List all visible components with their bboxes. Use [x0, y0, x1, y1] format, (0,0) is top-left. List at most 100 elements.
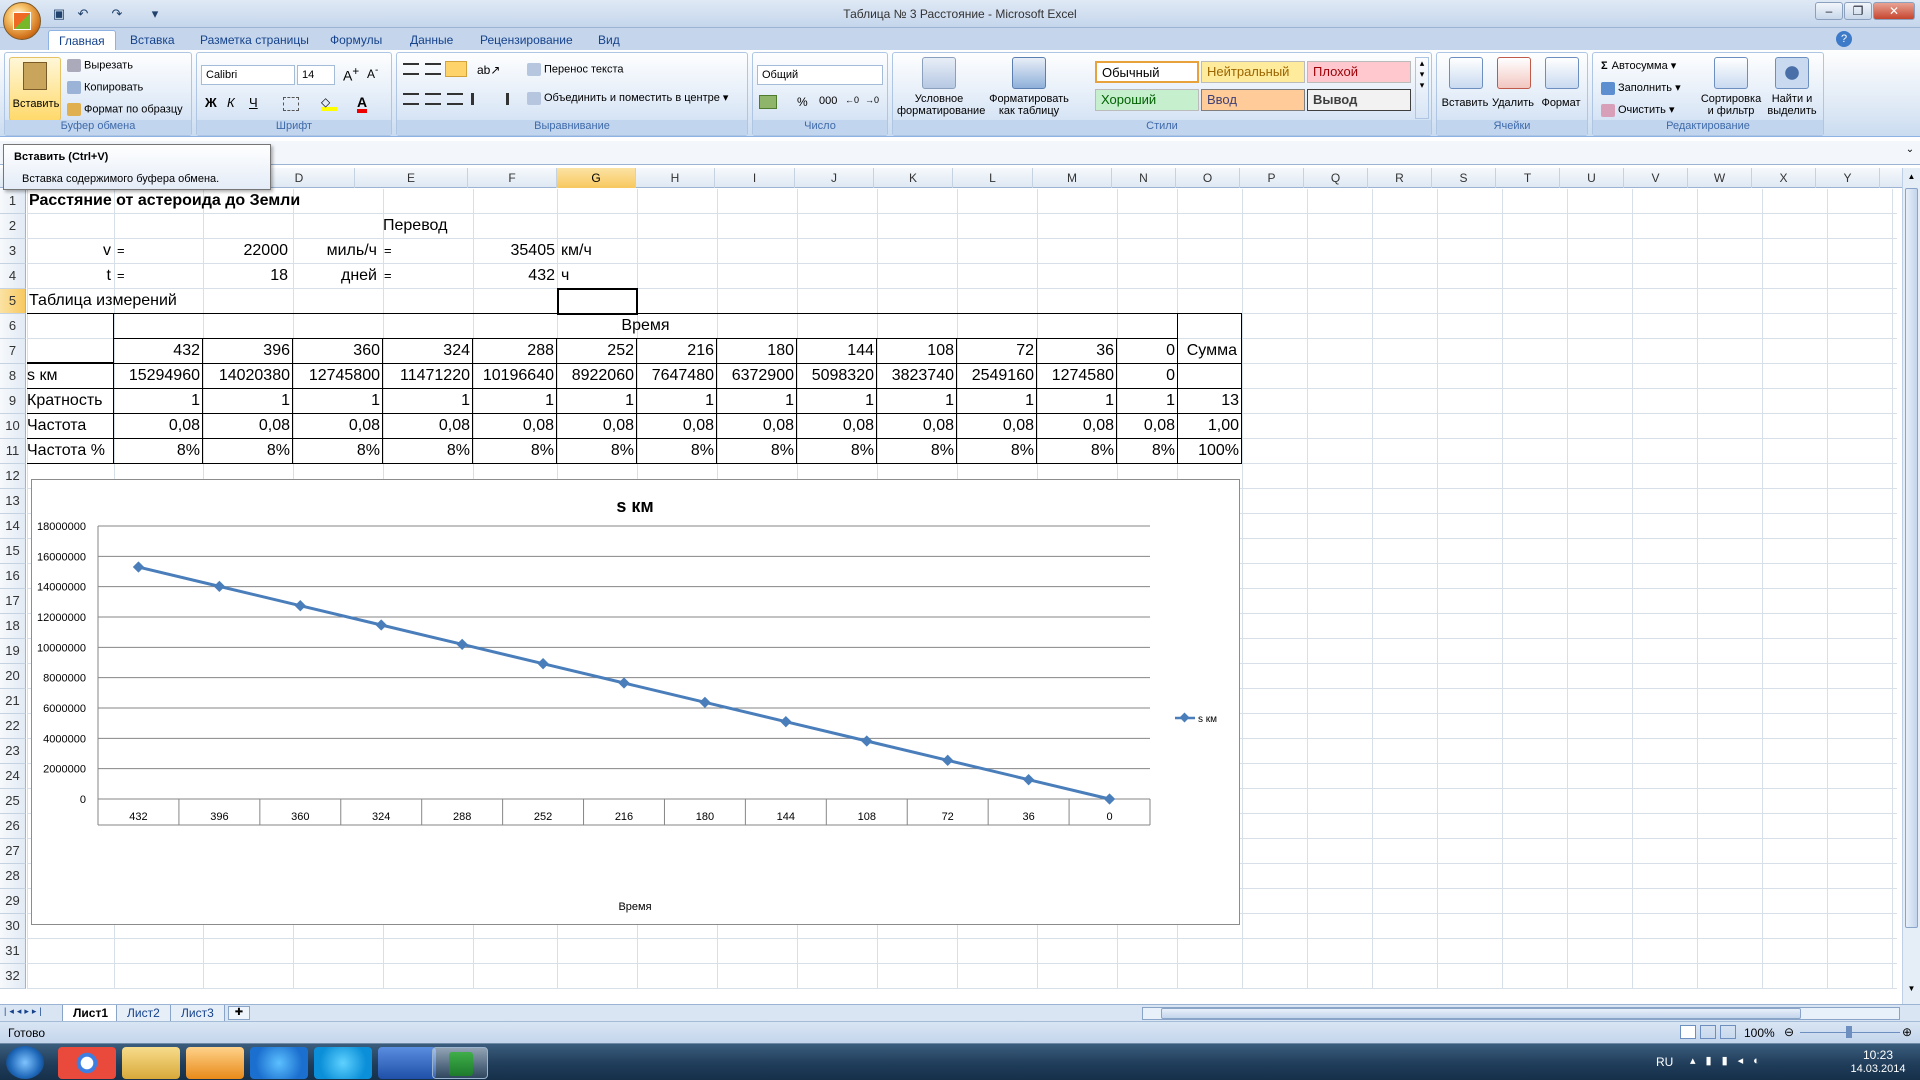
cell-g4[interactable]: ч — [561, 264, 569, 289]
help-icon[interactable]: ? — [1836, 31, 1852, 47]
row-header-22[interactable]: 22 — [0, 714, 26, 739]
tab-home[interactable]: Главная — [48, 30, 116, 50]
tab-page-layout[interactable]: Разметка страницы — [190, 30, 319, 50]
row-header-10[interactable]: 10 — [0, 414, 26, 439]
thousands-button[interactable]: 000 — [819, 95, 837, 107]
column-header-j[interactable]: J — [795, 168, 874, 188]
row-header-12[interactable]: 12 — [0, 464, 26, 489]
paste-button[interactable]: Вставить — [9, 57, 61, 121]
scroll-down-icon[interactable]: ▼ — [1904, 984, 1919, 998]
table-cell-r11-c5[interactable]: 8% — [556, 438, 637, 464]
row-header-3[interactable]: 3 — [0, 239, 26, 264]
tab-view[interactable]: Вид — [588, 30, 630, 50]
tab-review[interactable]: Рецензирование — [470, 30, 583, 50]
row-header-9[interactable]: 9 — [0, 389, 26, 414]
wrap-text-button[interactable]: Перенос текста — [527, 63, 624, 76]
table-cell-r11-c10[interactable]: 8% — [956, 438, 1037, 464]
clock-date[interactable]: 14.03.2014 — [1836, 1063, 1920, 1075]
bold-button[interactable]: Ж — [205, 95, 217, 110]
row-header-27[interactable]: 27 — [0, 839, 26, 864]
row-header-30[interactable]: 30 — [0, 914, 26, 939]
cell-b3[interactable]: = — [117, 239, 125, 264]
table-cell-r8-c4[interactable]: 10196640 — [472, 363, 557, 389]
table-cell-r10-c8[interactable]: 0,08 — [796, 413, 877, 439]
row-header-32[interactable]: 32 — [0, 964, 26, 989]
zoom-out-icon[interactable]: ⊖ — [1784, 1025, 1794, 1039]
table-cell-r10-c0[interactable]: 0,08 — [113, 413, 203, 439]
cell-b4[interactable]: = — [117, 264, 125, 289]
font-size-combo[interactable]: 14 — [297, 65, 335, 85]
scroll-up-icon[interactable]: ▲ — [1904, 172, 1919, 186]
table-cell-r9-c0[interactable]: 1 — [113, 388, 203, 414]
table-cell-r10-c11[interactable]: 0,08 — [1036, 413, 1117, 439]
table-cell-r9-c12[interactable]: 1 — [1116, 388, 1178, 414]
table-cell-r7-c7[interactable]: 180 — [716, 338, 797, 364]
cell-e3[interactable]: = — [384, 239, 392, 264]
table-cell-r11-c11[interactable]: 8% — [1036, 438, 1117, 464]
table-cell-r9-c11[interactable]: 1 — [1036, 388, 1117, 414]
cell-f3[interactable]: 35405 — [469, 239, 557, 264]
sheet-tab-3[interactable]: Лист3 — [170, 1005, 225, 1022]
cell-f4[interactable]: 432 — [469, 264, 557, 289]
table-cell-r9-c5[interactable]: 1 — [556, 388, 637, 414]
vertical-scrollbar[interactable]: ▲ ▼ — [1902, 168, 1920, 1004]
table-cell-r11-c3[interactable]: 8% — [382, 438, 473, 464]
font-name-combo[interactable]: Calibri — [201, 65, 295, 85]
language-indicator[interactable]: RU — [1656, 1055, 1673, 1069]
zoom-slider-thumb[interactable] — [1846, 1026, 1852, 1038]
copy-button[interactable]: Копировать — [67, 81, 143, 94]
column-header-x[interactable]: X — [1752, 168, 1816, 188]
style-input[interactable]: Ввод — [1201, 89, 1305, 111]
percent-button[interactable]: % — [797, 95, 808, 109]
table-cell-r8-c6[interactable]: 7647480 — [636, 363, 717, 389]
column-header-y[interactable]: Y — [1816, 168, 1880, 188]
zoom-app-icon[interactable] — [250, 1047, 308, 1079]
table-cell-r8-c11[interactable]: 1274580 — [1036, 363, 1117, 389]
office-button[interactable] — [3, 2, 41, 40]
table-cell-r8-c9[interactable]: 3823740 — [876, 363, 957, 389]
column-header-q[interactable]: Q — [1304, 168, 1368, 188]
horizontal-scrollbar[interactable] — [1142, 1007, 1900, 1020]
expand-formula-icon[interactable]: ⌄ — [1902, 144, 1918, 160]
table-cell-r9-c4[interactable]: 1 — [472, 388, 557, 414]
column-header-k[interactable]: K — [874, 168, 953, 188]
close-button[interactable]: ✕ — [1873, 2, 1915, 20]
time-header-cell[interactable]: Время — [113, 313, 1178, 339]
row-label-10[interactable]: Частота — [27, 413, 114, 439]
active-cell-g5[interactable] — [557, 288, 638, 315]
table-cell-r10-c1[interactable]: 0,08 — [202, 413, 293, 439]
autosum-button[interactable]: Σ Автосумма ▾ — [1601, 59, 1676, 72]
clock-time[interactable]: 10:23 — [1848, 1048, 1908, 1062]
cell-c4[interactable]: 18 — [202, 264, 290, 289]
table-cell-r10-c7[interactable]: 0,08 — [716, 413, 797, 439]
column-header-i[interactable]: I — [715, 168, 795, 188]
table-cell-r11-c8[interactable]: 8% — [796, 438, 877, 464]
table-cell-r9-c2[interactable]: 1 — [292, 388, 383, 414]
cell-a4[interactable]: t — [27, 264, 113, 289]
column-header-s[interactable]: S — [1432, 168, 1496, 188]
row-header-28[interactable]: 28 — [0, 864, 26, 889]
column-header-p[interactable]: P — [1240, 168, 1304, 188]
column-header-t[interactable]: T — [1496, 168, 1560, 188]
column-header-l[interactable]: L — [953, 168, 1033, 188]
sum-cell-r9[interactable]: 13 — [1177, 388, 1242, 414]
increase-decimal-icon[interactable]: ←0 — [845, 95, 859, 105]
zoom-in-icon[interactable]: ⊕ — [1902, 1025, 1912, 1039]
format-as-table-button[interactable]: Форматировать как таблицу — [989, 55, 1069, 119]
decrease-indent-icon[interactable] — [471, 93, 487, 105]
insert-sheet-icon[interactable]: ✚ — [228, 1006, 250, 1020]
table-cell-r11-c6[interactable]: 8% — [636, 438, 717, 464]
table-cell-r8-c7[interactable]: 6372900 — [716, 363, 797, 389]
row-header-6[interactable]: 6 — [0, 314, 26, 339]
number-format-combo[interactable]: Общий — [757, 65, 883, 85]
row-label-11[interactable]: Частота % — [27, 438, 114, 464]
table-cell-r8-c5[interactable]: 8922060 — [556, 363, 637, 389]
style-neutral[interactable]: Нейтральный — [1201, 61, 1305, 83]
table-cell-r9-c9[interactable]: 1 — [876, 388, 957, 414]
table-cell-r8-c10[interactable]: 2549160 — [956, 363, 1037, 389]
column-header-r[interactable]: R — [1368, 168, 1432, 188]
table-cell-r8-c1[interactable]: 14020380 — [202, 363, 293, 389]
page-layout-view-icon[interactable] — [1700, 1025, 1716, 1039]
align-left-icon[interactable] — [403, 93, 419, 105]
table-cell-r8-c8[interactable]: 5098320 — [796, 363, 877, 389]
